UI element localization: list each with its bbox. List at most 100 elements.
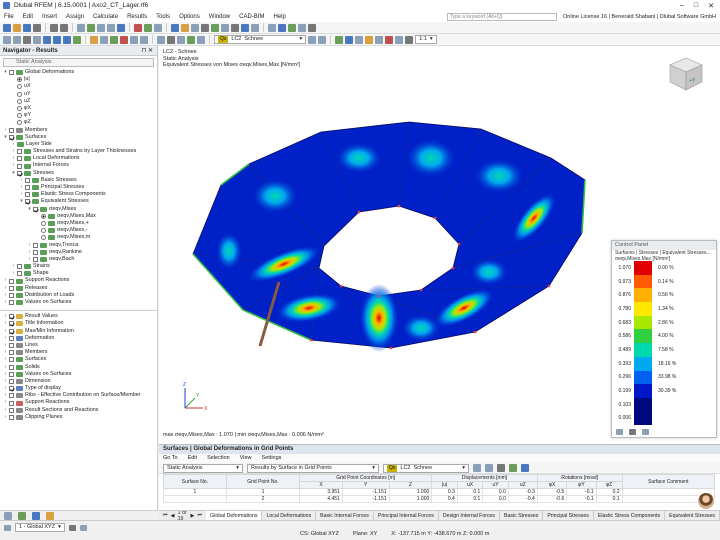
tree-item[interactable]: › Principal Stresses: [0, 184, 157, 191]
scale-icon[interactable]: [405, 35, 414, 44]
menu-window[interactable]: Window: [209, 14, 230, 20]
expand-icon[interactable]: ›: [3, 335, 8, 342]
display-item[interactable]: › Type of display: [0, 385, 157, 392]
close-button[interactable]: ✕: [708, 2, 714, 10]
previous-lc-icon[interactable]: [308, 35, 317, 44]
max-min-icon[interactable]: [385, 35, 394, 44]
checkbox[interactable]: [17, 271, 22, 277]
checkbox[interactable]: [9, 292, 14, 298]
checkbox[interactable]: [33, 249, 38, 255]
scale-select[interactable]: 1:1 ▾: [415, 35, 437, 44]
report-icon[interactable]: [181, 23, 189, 32]
expand-icon[interactable]: ›: [19, 184, 24, 191]
display-item[interactable]: › Max/Min Information: [0, 328, 157, 335]
display-item[interactable]: › Surfaces: [0, 356, 157, 363]
previous-icon[interactable]: [473, 464, 481, 472]
tree-item[interactable]: ▾ Stresses: [0, 170, 157, 177]
model-view[interactable]: LC2 - Schnee Static Analysis Equivalent …: [159, 46, 720, 444]
camera-icon[interactable]: [79, 524, 87, 531]
tree-item[interactable]: › σeqv,Bach: [0, 256, 157, 263]
checkbox[interactable]: [9, 70, 14, 76]
expand-icon[interactable]: ›: [27, 249, 32, 256]
tab-global-deformations[interactable]: Global Deformations: [206, 511, 263, 520]
display-icon[interactable]: [154, 23, 162, 32]
checkbox[interactable]: [9, 378, 14, 384]
checkbox[interactable]: [9, 321, 14, 327]
tree-item[interactable]: φY: [0, 112, 157, 119]
display-item[interactable]: › Deformation: [0, 335, 157, 342]
scale-tab-icon[interactable]: [629, 429, 636, 435]
tab-principal-stresses[interactable]: Principal Stresses: [543, 511, 594, 520]
display-item[interactable]: › Dimension: [0, 378, 157, 385]
tree-item[interactable]: › σeqv,Tresca: [0, 242, 157, 249]
color-legend[interactable]: 1.070 0.00 % 0.973 0.14 % 0.876 0.56 % 0.780 1.…: [612, 261, 716, 426]
tree-item[interactable]: › σeqv,Rankine: [0, 249, 157, 256]
prev-page-icon[interactable]: ◀: [171, 513, 175, 519]
display-item[interactable]: › Members: [0, 349, 157, 356]
tree-item[interactable]: › Stresses and Strains by Layer Thickness…: [0, 148, 157, 155]
tree-item[interactable]: σeqv,Mises,+: [0, 220, 157, 227]
next-lc-icon[interactable]: [318, 35, 327, 44]
collapse-icon[interactable]: ▾: [19, 198, 24, 205]
smooth-icon[interactable]: [395, 35, 404, 44]
print-icon[interactable]: [33, 23, 41, 32]
display-item[interactable]: › Lines: [0, 342, 157, 349]
select-icon[interactable]: [97, 23, 105, 32]
radio-button[interactable]: [17, 91, 22, 97]
checkbox[interactable]: [25, 199, 30, 205]
checkbox[interactable]: [33, 256, 38, 262]
checkbox[interactable]: [9, 386, 14, 392]
tree-item[interactable]: φX: [0, 105, 157, 112]
settings-icon[interactable]: [308, 23, 316, 32]
checkbox[interactable]: [9, 134, 14, 140]
tree-item[interactable]: › Members: [0, 127, 157, 134]
results-table[interactable]: Surface No. Grid Point No. Grid Point Co…: [163, 474, 716, 503]
filter-icon[interactable]: [157, 35, 165, 44]
expand-icon[interactable]: ›: [3, 328, 8, 335]
checkbox[interactable]: [9, 314, 14, 320]
pin-icon[interactable]: ⊓ ✕: [142, 47, 157, 54]
checkbox[interactable]: [33, 206, 38, 212]
render-icon[interactable]: [117, 23, 125, 32]
export-icon[interactable]: [509, 464, 517, 472]
expand-icon[interactable]: ›: [3, 385, 8, 392]
checkbox[interactable]: [9, 285, 14, 291]
checkbox[interactable]: [9, 357, 14, 363]
radio-button[interactable]: [17, 77, 22, 83]
checkbox[interactable]: [9, 371, 14, 377]
animate-icon[interactable]: [197, 35, 205, 44]
search-input[interactable]: Type a keyword (Alt+Q): [447, 12, 558, 21]
expand-icon[interactable]: ›: [3, 399, 8, 406]
menu-insert[interactable]: Insert: [42, 14, 57, 20]
collapse-icon[interactable]: ▾: [27, 206, 32, 213]
checkbox[interactable]: [9, 343, 14, 349]
checkbox[interactable]: [9, 300, 14, 306]
tree-item[interactable]: ▾ Equivalent Stresses: [0, 198, 157, 205]
expand-icon[interactable]: ›: [3, 349, 8, 356]
tab-design-internal-forces[interactable]: Design Internal Forces: [439, 511, 501, 520]
isolines-icon[interactable]: [355, 35, 364, 44]
results-menu-goto[interactable]: Go To: [163, 454, 178, 463]
expand-icon[interactable]: ›: [19, 191, 24, 198]
expand-icon[interactable]: ›: [3, 299, 8, 306]
last-page-icon[interactable]: ⏭: [198, 512, 203, 519]
tab-basic-internal-forces[interactable]: Basic Internal Forces: [316, 511, 374, 520]
checkbox[interactable]: [25, 192, 30, 198]
tab-local-deformations[interactable]: Local Deformations: [262, 511, 317, 520]
expand-icon[interactable]: ›: [27, 256, 32, 263]
view-cube-icon[interactable]: +Y: [666, 54, 706, 94]
checkbox[interactable]: [17, 163, 22, 169]
expand-icon[interactable]: ›: [3, 313, 8, 320]
calculate-icon[interactable]: [134, 23, 142, 32]
grid-icon[interactable]: [191, 23, 199, 32]
checkbox[interactable]: [9, 364, 14, 370]
table-row[interactable]: 1 1 3.951 -1.151 1.000 0.3 0.1 0.0 -0.3 -0.5 -0.1 0…: [163, 488, 716, 496]
checkbox[interactable]: [9, 407, 14, 413]
expand-icon[interactable]: ›: [3, 277, 8, 284]
result-values-icon[interactable]: [335, 35, 344, 44]
results-menu-selection[interactable]: Selection: [207, 454, 230, 463]
zoom-window-icon[interactable]: [13, 35, 21, 44]
tab-equivalent-stresses[interactable]: Equivalent Stresses: [665, 511, 720, 520]
checkbox[interactable]: [9, 393, 14, 399]
display-item[interactable]: › Title Information: [0, 320, 157, 327]
